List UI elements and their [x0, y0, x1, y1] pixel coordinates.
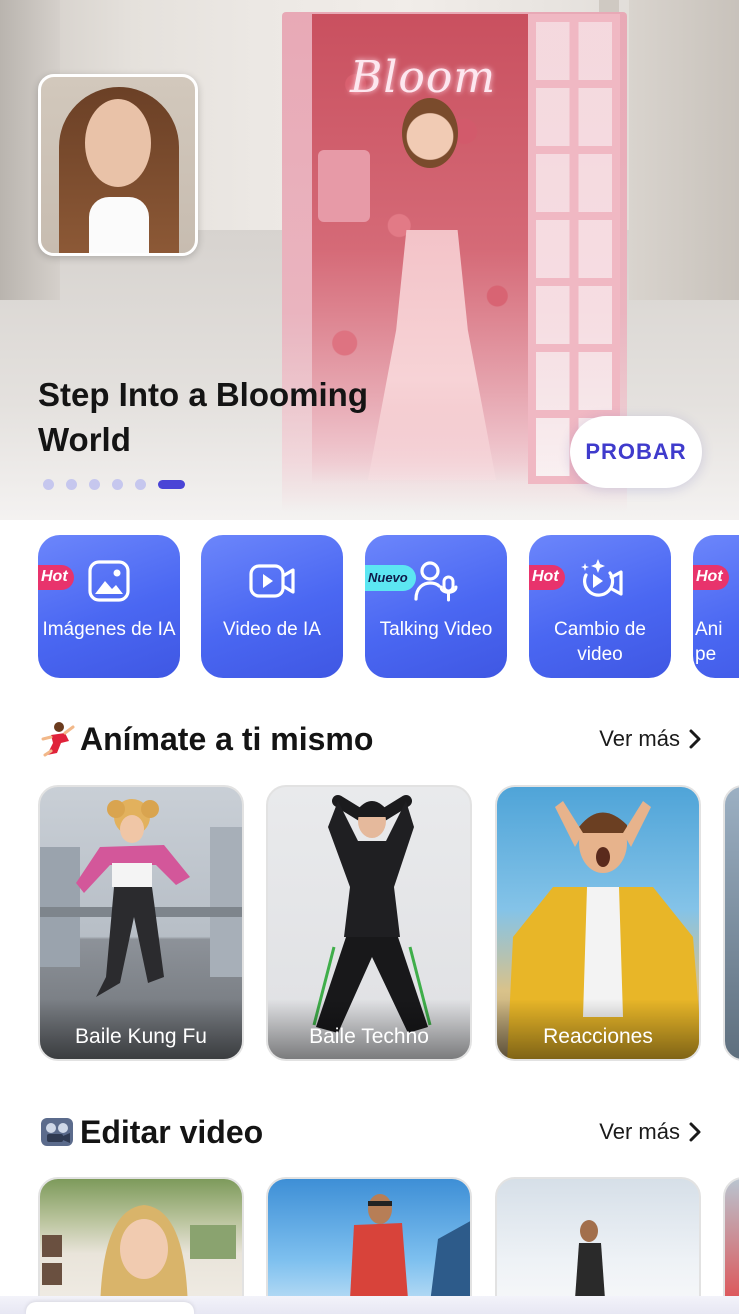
- video-camera-icon: [249, 564, 295, 598]
- hero-banner[interactable]: Bloom Step Into a Blooming World PROBAR: [0, 0, 739, 520]
- hot-badge: Hot: [529, 565, 565, 590]
- tile-label: Ani pe: [695, 619, 723, 665]
- carousel-dot[interactable]: [43, 479, 54, 490]
- card-kung-fu-dance[interactable]: Baile Kung Fu: [38, 785, 244, 1061]
- animate-cards-row: Baile Kung Fu Baile Techno Reacciones: [38, 785, 739, 1061]
- section-title: Anímate a ti mismo: [38, 720, 373, 758]
- section-header-edit-video: Editar video Ver más: [38, 1112, 702, 1152]
- tile-animate-partial[interactable]: Hot Ani pe: [693, 535, 739, 678]
- try-button[interactable]: PROBAR: [570, 416, 702, 488]
- tile-ai-video[interactable]: Video de IA: [201, 535, 343, 678]
- card-label: Baile Kung Fu: [40, 999, 242, 1059]
- booth-door: [528, 14, 620, 484]
- building-pillar-right: [629, 0, 739, 300]
- edit-video-card-jogger[interactable]: [495, 1177, 701, 1296]
- new-badge: Nuevo: [365, 565, 416, 591]
- carousel-dot[interactable]: [112, 479, 123, 490]
- card-partial[interactable]: [723, 1177, 739, 1296]
- feature-tiles-row: Hot Imágenes de IA Video de IA Nuevo Tal…: [38, 535, 739, 680]
- section-title-text: Anímate a ti mismo: [80, 720, 374, 757]
- runner-man-thumbnail: [350, 1194, 470, 1296]
- hot-badge: Hot: [38, 565, 74, 590]
- dancer-emoji-icon: [38, 720, 76, 758]
- see-more-link[interactable]: Ver más: [599, 726, 702, 752]
- tile-label: Talking Video: [379, 619, 493, 640]
- chevron-right-icon: [689, 729, 701, 749]
- see-more-label: Ver más: [599, 1119, 680, 1144]
- carousel-dot[interactable]: [135, 479, 146, 490]
- hero-title: Step Into a Blooming World: [38, 376, 368, 458]
- tile-label: Cambio de video: [554, 619, 646, 665]
- see-more-label: Ver más: [599, 726, 680, 751]
- image-icon: [88, 560, 130, 602]
- carousel-dot-active[interactable]: [158, 480, 185, 489]
- card-reactions[interactable]: Reacciones: [495, 785, 701, 1061]
- tile-label: Imágenes de IA: [42, 619, 176, 640]
- hot-badge: Hot: [693, 565, 729, 590]
- film-projector-emoji-icon: [38, 1113, 76, 1151]
- woman-portrait-thumbnail: [42, 1205, 236, 1296]
- jogger-thumbnail: [575, 1220, 605, 1296]
- section-header-animate: Anímate a ti mismo Ver más: [38, 719, 702, 759]
- edit-video-card-portrait[interactable]: [38, 1177, 244, 1296]
- edit-video-card-runner[interactable]: [266, 1177, 472, 1296]
- section-title: Editar video: [38, 1113, 263, 1151]
- see-more-link[interactable]: Ver más: [599, 1119, 702, 1145]
- source-photo-thumbnail: [38, 74, 198, 256]
- carousel-dot[interactable]: [66, 479, 77, 490]
- tile-talking-video[interactable]: Nuevo Talking Video: [365, 535, 507, 678]
- section-title-text: Editar video: [80, 1113, 264, 1150]
- tile-label: Video de IA: [223, 619, 321, 640]
- card-label: Baile Techno: [268, 999, 470, 1059]
- chevron-right-icon: [689, 1122, 701, 1142]
- card-techno-dance[interactable]: Baile Techno: [266, 785, 472, 1061]
- card-label: Reacciones: [497, 999, 699, 1059]
- card-partial[interactable]: [723, 785, 739, 1061]
- tile-ai-images[interactable]: Hot Imágenes de IA: [38, 535, 180, 678]
- bottom-tab-active[interactable]: [26, 1302, 194, 1314]
- sparkle-video-icon: [581, 559, 623, 597]
- edit-video-cards-row: [38, 1177, 739, 1296]
- carousel-indicator: [43, 479, 185, 490]
- carousel-dot[interactable]: [89, 479, 100, 490]
- tile-video-swap[interactable]: Hot Cambio de video: [529, 535, 671, 678]
- person-mic-icon: [414, 561, 458, 602]
